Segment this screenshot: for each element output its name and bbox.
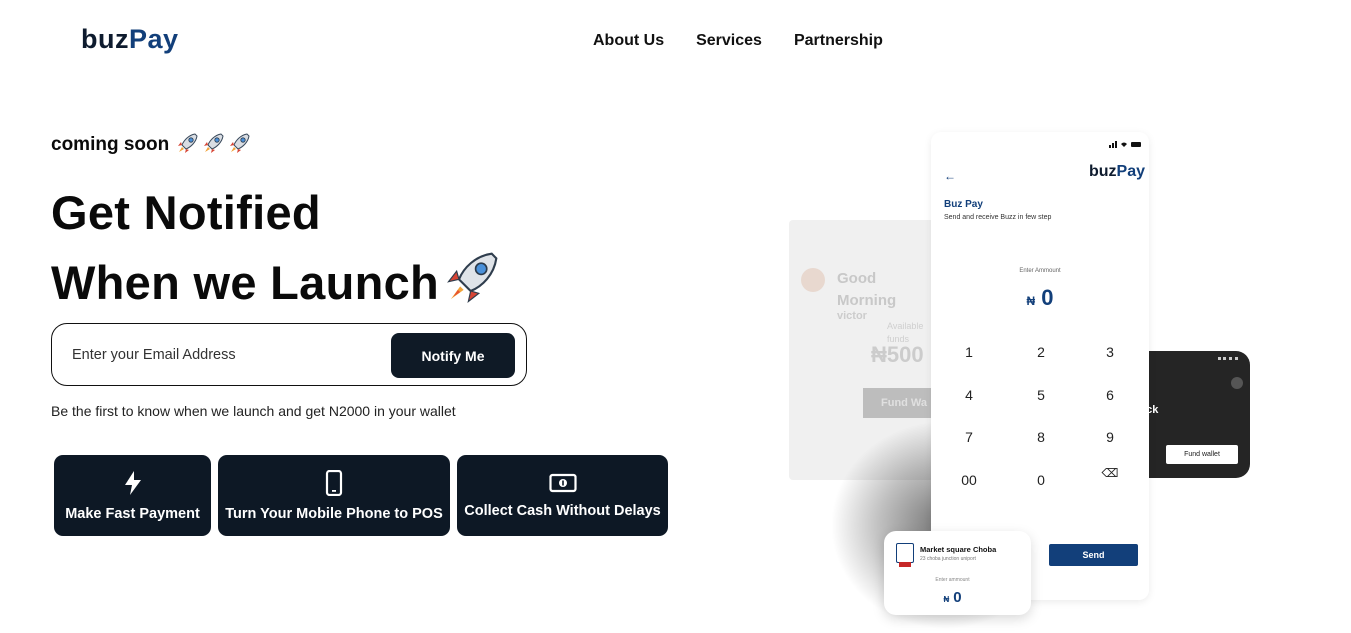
nav-link-partnership[interactable]: Partnership xyxy=(794,32,883,50)
headline-line-1: Get Notified xyxy=(51,186,321,239)
email-signup-form: Notify Me xyxy=(51,323,527,386)
enter-amount-label: Enter Ammount xyxy=(1019,268,1061,274)
logo-text-buz: buz xyxy=(81,24,129,54)
user-name: victor xyxy=(837,310,867,322)
logo-text-pay: Pay xyxy=(129,24,179,54)
notify-me-button[interactable]: Notify Me xyxy=(391,333,515,378)
keypad-key-00: 00 xyxy=(961,472,977,488)
keypad-key-8: 8 xyxy=(1037,429,1045,445)
keypad-key-4: 4 xyxy=(965,387,973,403)
top-nav: buzPay About Us Services Partnership xyxy=(0,0,1351,84)
nav-menu: About Us Services Partnership xyxy=(593,32,883,50)
coming-soon-text: coming soon xyxy=(51,134,170,155)
naira-currency-icon: ₦ xyxy=(943,595,950,604)
mobile-phone-icon xyxy=(325,469,343,496)
headline-line-2: When we Launch xyxy=(51,249,501,316)
feature-card-collect-cash[interactable]: Collect Cash Without Delays xyxy=(457,455,668,536)
market-title: Market square Choba xyxy=(920,545,997,554)
phone-mockup: ← buzPay Buz Pay Send and receive Buzz i… xyxy=(931,132,1149,600)
signup-subtext: Be the first to know when we launch and … xyxy=(51,403,456,419)
feature-label: Turn Your Mobile Phone to POS xyxy=(225,505,443,522)
nav-link-about-us[interactable]: About Us xyxy=(593,32,664,50)
enter-amount-label: Enter ammount xyxy=(935,577,970,583)
send-button: Send xyxy=(1049,544,1138,566)
fund-wallet-button-ghost: Fund Wa xyxy=(863,388,939,418)
status-bar-icon xyxy=(1218,357,1238,361)
feature-card-fast-payment[interactable]: Make Fast Payment xyxy=(54,455,211,536)
amount-value: 0 xyxy=(953,589,962,606)
logo-text-pay: Pay xyxy=(1116,163,1146,180)
balance-amount: ₦500 xyxy=(871,342,924,367)
fund-wallet-button: Fund wallet xyxy=(1166,445,1238,464)
backspace-icon: ⌫ xyxy=(1101,466,1119,480)
market-address: 23 choba junction uniport xyxy=(920,556,976,562)
lightning-icon xyxy=(123,470,143,496)
rocket-large-icon xyxy=(445,249,501,316)
store-icon xyxy=(896,543,914,567)
greeting-text: Good Morning xyxy=(837,270,897,309)
market-square-card: Market square Choba 23 choba junction un… xyxy=(884,531,1031,615)
back-arrow-icon: ← xyxy=(944,169,956,183)
keypad-key-2: 2 xyxy=(1037,344,1045,360)
feature-label: Make Fast Payment xyxy=(65,505,200,522)
cash-icon xyxy=(548,473,577,493)
keypad-key-3: 3 xyxy=(1106,344,1114,360)
bell-icon xyxy=(1231,377,1243,389)
keypad-key-1: 1 xyxy=(965,344,973,360)
naira-currency-icon: ₦ xyxy=(1026,294,1036,308)
status-bar-icon xyxy=(1109,140,1143,150)
phone-logo: buzPay xyxy=(1089,163,1145,181)
keypad-key-6: 6 xyxy=(1106,387,1114,403)
email-input[interactable] xyxy=(72,342,372,368)
coming-soon-label: coming soon xyxy=(51,130,253,160)
headline-line-2-text: When we Launch xyxy=(51,256,440,309)
feature-card-mobile-pos[interactable]: Turn Your Mobile Phone to POS xyxy=(218,455,450,536)
keypad-key-5: 5 xyxy=(1037,387,1045,403)
buzpay-logo[interactable]: buzPay xyxy=(81,24,179,55)
rocket-icon xyxy=(175,130,253,160)
keypad-key-0: 0 xyxy=(1037,472,1045,488)
amount-value: 0 xyxy=(1041,285,1054,310)
keypad-key-7: 7 xyxy=(965,429,973,445)
logo-text-buz: buz xyxy=(1089,163,1117,180)
nav-link-services[interactable]: Services xyxy=(696,32,762,50)
avatar xyxy=(801,268,825,292)
phone-title: Buz Pay xyxy=(944,199,983,210)
keypad-key-9: 9 xyxy=(1106,429,1114,445)
amount-display: ₦ 0 xyxy=(931,285,1149,311)
phone-subtitle: Send and receive Buzz in few step xyxy=(944,214,1052,221)
feature-label: Collect Cash Without Delays xyxy=(464,502,661,519)
market-amount-display: ₦ 0 xyxy=(884,589,1021,606)
